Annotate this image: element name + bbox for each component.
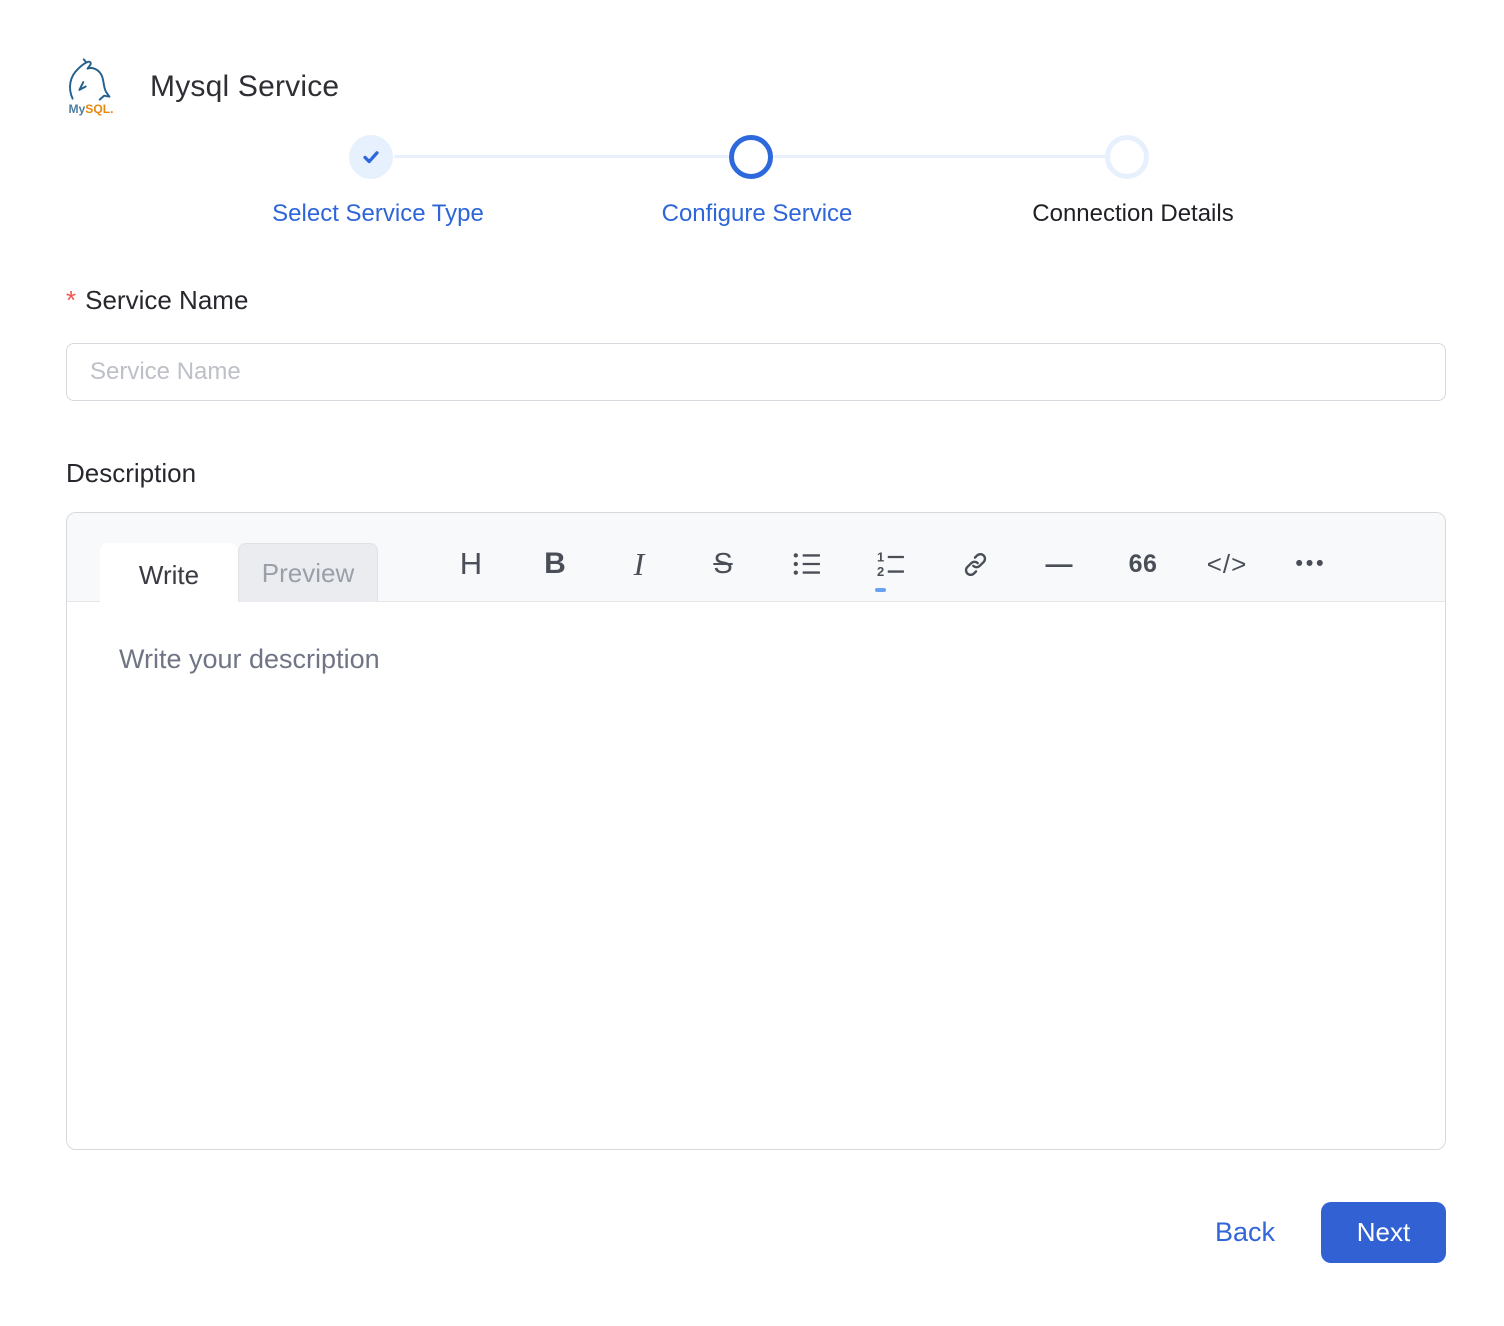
strikethrough-button[interactable]: S xyxy=(681,534,765,594)
bullet-list-icon xyxy=(793,552,821,576)
next-button[interactable]: Next xyxy=(1321,1202,1446,1263)
stepper-connector-2 xyxy=(773,155,1106,158)
bold-button[interactable]: B xyxy=(513,534,597,594)
logo-text-my: My xyxy=(68,102,85,116)
description-label: Description xyxy=(66,458,196,489)
service-name-input[interactable] xyxy=(66,343,1446,401)
tab-write[interactable]: Write xyxy=(100,543,238,608)
more-options-icon: ••• xyxy=(1295,552,1326,576)
step-label-connection-details[interactable]: Connection Details xyxy=(1032,200,1233,228)
step-upcoming-circle xyxy=(1105,135,1149,179)
stepper-connector-1 xyxy=(394,155,730,158)
bold-icon: B xyxy=(544,547,566,581)
description-placeholder: Write your description xyxy=(119,644,380,675)
link-icon xyxy=(962,551,989,578)
numbered-list-caret xyxy=(875,588,886,592)
link-button[interactable] xyxy=(933,534,1017,594)
back-button[interactable]: Back xyxy=(1215,1217,1275,1248)
step-label-select-service-type[interactable]: Select Service Type xyxy=(272,200,484,228)
check-icon xyxy=(360,146,382,168)
mysql-logo: MySQL. xyxy=(60,56,122,118)
quote-button[interactable]: 66 xyxy=(1101,534,1185,594)
more-options-button[interactable]: ••• xyxy=(1269,534,1353,594)
description-input-area[interactable]: Write your description xyxy=(67,602,1445,1149)
required-asterisk: * xyxy=(66,285,76,315)
svg-text:MySQL.: MySQL. xyxy=(68,102,113,116)
toolbar-tools: H B I S xyxy=(429,526,1353,602)
italic-icon: I xyxy=(634,546,645,583)
code-icon: </> xyxy=(1207,549,1248,580)
svg-text:2: 2 xyxy=(877,564,884,577)
bullet-list-button[interactable] xyxy=(765,534,849,594)
italic-button[interactable]: I xyxy=(597,534,681,594)
description-editor: Write Preview H B I S xyxy=(66,512,1446,1150)
editor-toolbar: Write Preview H B I S xyxy=(67,513,1445,602)
numbered-list-button[interactable]: 1 2 xyxy=(849,534,933,594)
service-name-label: * Service Name xyxy=(66,285,248,316)
numbered-list-icon: 1 2 xyxy=(877,551,905,577)
heading-icon: H xyxy=(460,546,482,582)
page-title: Mysql Service xyxy=(150,70,339,104)
header: MySQL. Mysql Service xyxy=(60,56,339,118)
strikethrough-icon: S xyxy=(713,548,732,581)
heading-button[interactable]: H xyxy=(429,534,513,594)
step-active-circle xyxy=(729,135,773,179)
svg-text:1: 1 xyxy=(877,551,884,564)
horizontal-rule-button[interactable]: — xyxy=(1017,534,1101,594)
code-button[interactable]: </> xyxy=(1185,534,1269,594)
step-label-configure-service[interactable]: Configure Service xyxy=(662,200,853,228)
quote-icon: 66 xyxy=(1129,550,1158,579)
logo-text-sql: SQL. xyxy=(85,102,113,116)
footer-actions: Back Next xyxy=(1215,1201,1446,1263)
tab-preview[interactable]: Preview xyxy=(238,543,378,602)
horizontal-rule-icon: — xyxy=(1046,549,1073,580)
service-name-label-text: Service Name xyxy=(85,285,248,315)
step-completed-circle xyxy=(349,135,393,179)
configure-service-page: MySQL. Mysql Service Select Service Type… xyxy=(0,0,1504,1326)
